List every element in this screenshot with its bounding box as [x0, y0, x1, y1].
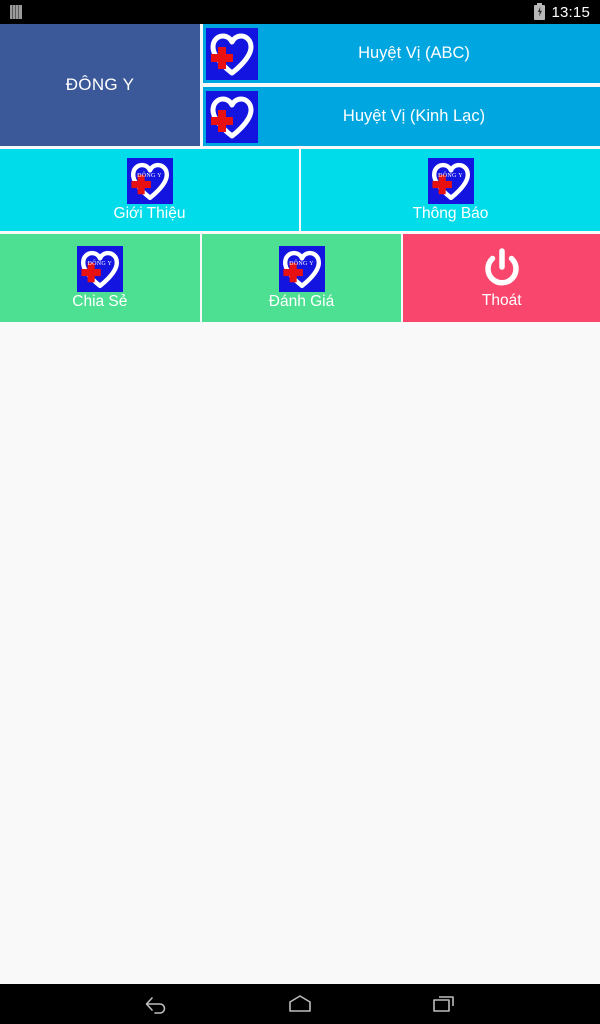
menu-item-huyet-vi-abc[interactable]: Huyệt Vị (ABC) — [203, 24, 600, 83]
heart-cross-logo-icon — [206, 90, 258, 143]
menu-item-thong-bao[interactable]: ĐÔNG Y Thông Báo — [301, 149, 600, 231]
status-bar-right: 13:15 — [534, 2, 590, 21]
brand-tile-label: ĐÔNG Y — [65, 75, 135, 94]
status-bar-clock: 13:15 — [551, 3, 590, 21]
heart-cross-logo-icon: ĐÔNG Y — [76, 245, 123, 292]
menu-item-label: Thông Báo — [412, 204, 489, 222]
status-bar-left — [10, 5, 22, 19]
menu-row-1: ĐÔNG Y Huyệt Vị (ABC) Huyệt Vị (Kinh Lạc… — [0, 24, 600, 146]
sim-card-icon — [10, 5, 22, 19]
menu-row-3: ĐÔNG Y Chia Sẻ ĐÔNG Y Đánh Giá Thoát — [0, 234, 600, 322]
status-bar: 13:15 — [0, 0, 600, 24]
battery-charging-icon — [534, 2, 546, 20]
menu-item-danh-gia[interactable]: ĐÔNG Y Đánh Giá — [201, 234, 402, 322]
menu-item-label: Giới Thiệu — [113, 204, 186, 222]
heart-cross-logo-icon: ĐÔNG Y — [427, 157, 474, 204]
system-navigation-bar — [0, 984, 600, 1024]
menu-item-huyet-vi-kinh-lac[interactable]: Huyệt Vị (Kinh Lạc) — [203, 87, 600, 146]
menu-item-label: Đánh Giá — [268, 292, 335, 310]
back-icon[interactable] — [139, 991, 173, 1017]
heart-cross-logo-icon: ĐÔNG Y — [278, 245, 325, 292]
menu-row-1-right-column: Huyệt Vị (ABC) Huyệt Vị (Kinh Lạc) — [203, 24, 600, 146]
main-menu-grid: ĐÔNG Y Huyệt Vị (ABC) Huyệt Vị (Kinh Lạc… — [0, 24, 600, 322]
home-icon[interactable] — [283, 991, 317, 1017]
menu-item-label: Thoát — [481, 292, 522, 309]
power-icon — [480, 246, 524, 290]
heart-cross-logo-icon — [206, 27, 258, 80]
app-content: ĐÔNG Y Huyệt Vị (ABC) Huyệt Vị (Kinh Lạc… — [0, 24, 600, 984]
menu-row-2: ĐÔNG Y Giới Thiệu ĐÔNG Y Thông Báo — [0, 149, 600, 231]
menu-item-gioi-thieu[interactable]: ĐÔNG Y Giới Thiệu — [0, 149, 299, 231]
menu-item-thoat[interactable]: Thoát — [403, 234, 600, 322]
recents-icon[interactable] — [427, 991, 461, 1017]
menu-item-label: Huyệt Vị (Kinh Lạc) — [342, 107, 486, 125]
menu-item-chia-se[interactable]: ĐÔNG Y Chia Sẻ — [0, 234, 200, 322]
menu-item-label: Huyệt Vị (ABC) — [358, 44, 470, 62]
menu-item-label: Chia Sẻ — [72, 292, 128, 310]
heart-cross-logo-icon: ĐÔNG Y — [126, 157, 173, 204]
brand-tile-dong-y[interactable]: ĐÔNG Y — [0, 24, 200, 146]
